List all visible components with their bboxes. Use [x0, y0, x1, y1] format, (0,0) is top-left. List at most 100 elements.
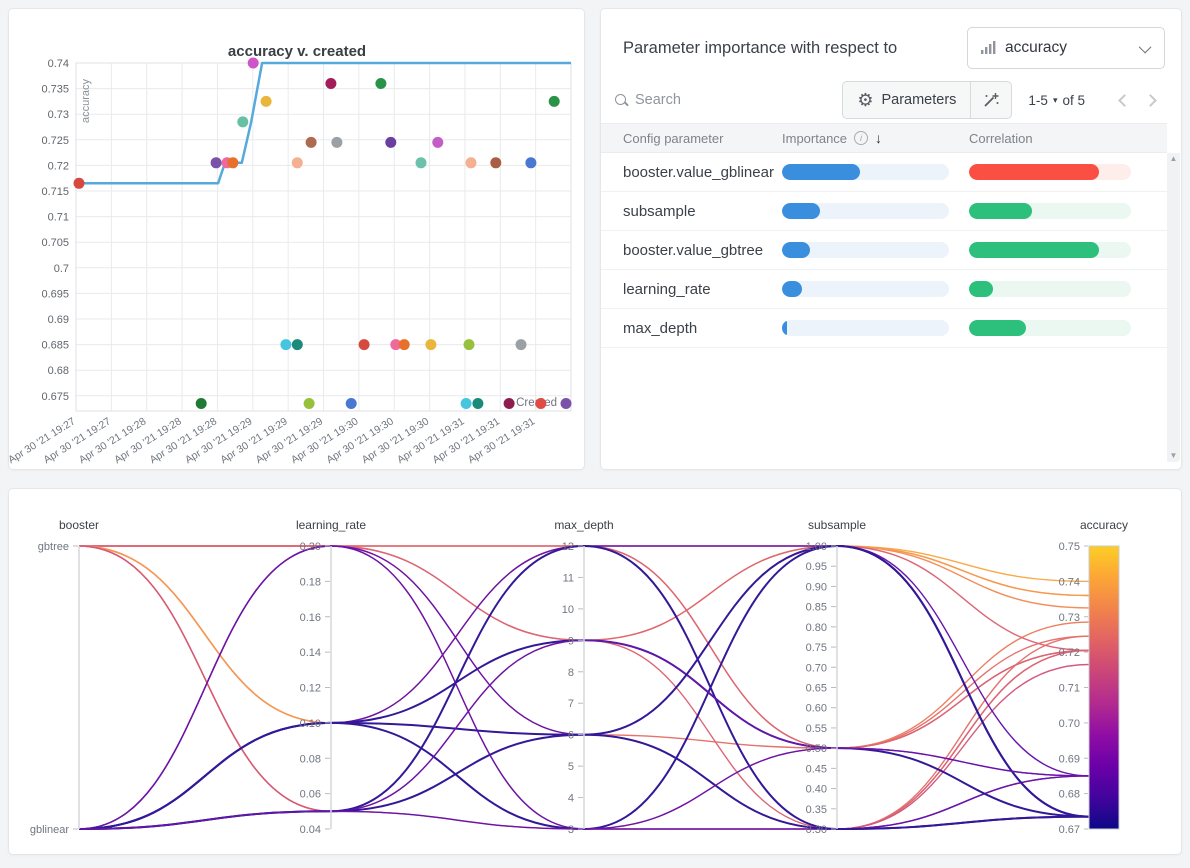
correlation-bar: [969, 203, 1131, 219]
metric-selector-value: accuracy: [1005, 39, 1067, 57]
scroll-down-icon[interactable]: ▼: [1170, 452, 1178, 460]
pagination-next-button[interactable]: [1137, 87, 1163, 113]
svg-text:6: 6: [568, 730, 574, 742]
scatter-point[interactable]: [359, 339, 370, 350]
svg-text:0.74: 0.74: [1059, 576, 1080, 588]
parameters-button[interactable]: ⚙ Parameters: [843, 82, 971, 118]
svg-text:3: 3: [568, 824, 574, 836]
scatter-point[interactable]: [74, 178, 85, 189]
scatter-point[interactable]: [399, 339, 410, 350]
svg-text:0.35: 0.35: [806, 804, 827, 816]
svg-text:0.50: 0.50: [806, 743, 827, 755]
scatter-point[interactable]: [472, 398, 483, 409]
scatter-point[interactable]: [466, 157, 477, 168]
chevron-right-icon: [1144, 94, 1157, 107]
svg-text:0.04: 0.04: [300, 824, 321, 836]
info-icon[interactable]: i: [854, 131, 868, 145]
svg-text:0.65: 0.65: [806, 683, 827, 695]
header-importance[interactable]: Importance i ↓: [782, 130, 969, 146]
scatter-point[interactable]: [525, 157, 536, 168]
parameter-importance-panel: Parameter importance with respect to acc…: [600, 8, 1182, 470]
scatter-point[interactable]: [385, 137, 396, 148]
scatter-point[interactable]: [490, 157, 501, 168]
scatter-point[interactable]: [549, 96, 560, 107]
chevron-left-icon: [1118, 94, 1131, 107]
scatter-point[interactable]: [375, 78, 386, 89]
scrollbar[interactable]: ▲ ▼: [1167, 153, 1180, 462]
svg-text:7: 7: [568, 698, 574, 710]
scatter-point[interactable]: [516, 339, 527, 350]
scatter-point[interactable]: [292, 339, 303, 350]
svg-text:0.18: 0.18: [300, 576, 321, 588]
scatter-point[interactable]: [504, 398, 515, 409]
scatter-point[interactable]: [461, 398, 472, 409]
accuracy-vs-created-chart[interactable]: 0.740.7350.730.7250.720.7150.710.7050.70…: [9, 9, 584, 469]
axis-label: booster: [59, 518, 99, 532]
scroll-up-icon[interactable]: ▲: [1170, 155, 1178, 163]
svg-text:0.715: 0.715: [41, 186, 69, 198]
svg-text:0.68: 0.68: [48, 365, 69, 377]
magic-wand-button[interactable]: [971, 82, 1011, 118]
panel-title: Parameter importance with respect to: [623, 39, 897, 58]
scatter-point[interactable]: [248, 58, 259, 69]
parallel-coordinates-chart[interactable]: boostergbtreegblinearlearning_rate0.200.…: [9, 489, 1181, 854]
svg-text:0.20: 0.20: [300, 541, 321, 553]
metric-selector-dropdown[interactable]: accuracy: [967, 27, 1165, 69]
svg-text:0.74: 0.74: [48, 58, 69, 70]
correlation-bar: [969, 320, 1131, 336]
svg-text:0.695: 0.695: [41, 288, 69, 300]
pagination-range[interactable]: 1-5: [1028, 93, 1048, 108]
correlation-bar: [969, 164, 1131, 180]
scatter-point[interactable]: [561, 398, 572, 409]
scatter-point[interactable]: [325, 78, 336, 89]
parameters-button-group: ⚙ Parameters: [842, 81, 1012, 119]
table-row[interactable]: booster.value_gbtree: [601, 231, 1167, 270]
parallel-coordinates-panel: boostergbtreegblinearlearning_rate0.200.…: [8, 488, 1182, 855]
svg-text:8: 8: [568, 667, 574, 679]
scatter-point[interactable]: [280, 339, 291, 350]
scatter-point[interactable]: [292, 157, 303, 168]
scatter-point[interactable]: [304, 398, 315, 409]
parameters-button-label: Parameters: [881, 92, 956, 108]
scatter-point[interactable]: [261, 96, 272, 107]
pagination-prev-button[interactable]: [1111, 87, 1137, 113]
header-correlation: Correlation: [969, 131, 1167, 146]
scatter-point[interactable]: [306, 137, 317, 148]
axis-label: learning_rate: [296, 518, 366, 532]
svg-text:0.14: 0.14: [300, 647, 321, 659]
search-input[interactable]: Search: [615, 92, 842, 108]
svg-text:4: 4: [568, 793, 574, 805]
scatter-point[interactable]: [331, 137, 342, 148]
table-row[interactable]: learning_rate: [601, 270, 1167, 309]
svg-text:0.69: 0.69: [48, 314, 69, 326]
svg-text:0.735: 0.735: [41, 84, 69, 96]
scatter-point[interactable]: [227, 157, 238, 168]
svg-text:0.16: 0.16: [300, 612, 321, 624]
scatter-point[interactable]: [432, 137, 443, 148]
svg-text:0.06: 0.06: [300, 789, 321, 801]
config-parameter-name: max_depth: [601, 320, 782, 337]
table-row[interactable]: subsample: [601, 192, 1167, 231]
scatter-point[interactable]: [535, 398, 546, 409]
svg-text:0.30: 0.30: [806, 824, 827, 836]
scatter-point[interactable]: [196, 398, 207, 409]
sort-desc-icon[interactable]: ↓: [875, 130, 882, 146]
svg-text:0.45: 0.45: [806, 763, 827, 775]
scatter-point[interactable]: [416, 157, 427, 168]
svg-text:9: 9: [568, 635, 574, 647]
table-row[interactable]: booster.value_gblinear: [601, 153, 1167, 192]
importance-toolbar: Search ⚙ Parameters 1-5 ▾ of 5: [615, 81, 1163, 119]
scatter-point[interactable]: [425, 339, 436, 350]
table-row[interactable]: max_depth: [601, 309, 1167, 348]
svg-text:0.70: 0.70: [806, 662, 827, 674]
svg-text:0.71: 0.71: [48, 212, 69, 224]
svg-text:0.7: 0.7: [54, 263, 69, 275]
svg-text:0.71: 0.71: [1059, 683, 1080, 695]
scatter-point[interactable]: [346, 398, 357, 409]
scatter-point[interactable]: [211, 157, 222, 168]
scatter-point[interactable]: [237, 116, 248, 127]
svg-text:0.90: 0.90: [806, 581, 827, 593]
scatter-point[interactable]: [464, 339, 475, 350]
bar-chart-icon: [981, 41, 996, 55]
config-parameter-name: booster.value_gblinear: [601, 164, 782, 181]
